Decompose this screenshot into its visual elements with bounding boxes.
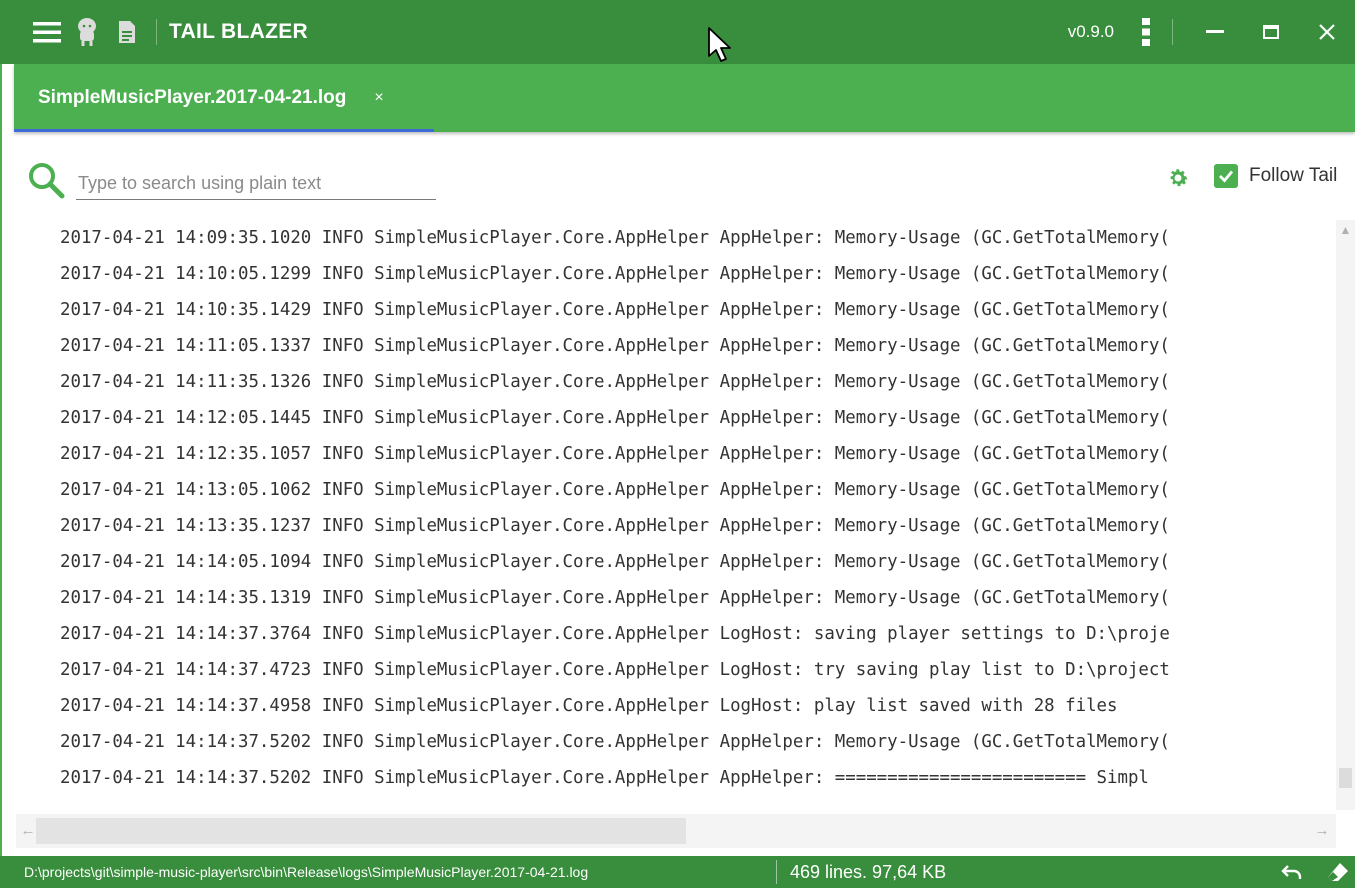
log-line: 2017-04-21 14:14:37.4723 INFO SimpleMusi…	[60, 660, 1170, 680]
maximize-icon	[1263, 25, 1279, 39]
search-input[interactable]	[76, 168, 436, 200]
version-label: v0.9.0	[1067, 22, 1114, 41]
eraser-icon[interactable]	[1326, 860, 1350, 884]
file-path: D:\projects\git\simple-music-player\src\…	[24, 864, 589, 880]
close-icon	[1319, 24, 1335, 40]
search-icon	[29, 163, 65, 199]
log-line: 2017-04-21 14:14:37.5202 INFO SimpleMusi…	[60, 732, 1170, 752]
tab-label: SimpleMusicPlayer.2017-04-21.log	[38, 87, 347, 108]
log-line: 2017-04-21 14:14:05.1094 INFO SimpleMusi…	[60, 552, 1170, 572]
minimize-button[interactable]	[1187, 14, 1243, 50]
log-line: 2017-04-21 14:13:35.1237 INFO SimpleMusi…	[60, 516, 1170, 536]
log-line: 2017-04-21 14:13:05.1062 INFO SimpleMusi…	[60, 480, 1170, 500]
title-bar-left: TAIL BLAZER	[30, 14, 308, 50]
follow-tail-checkbox[interactable]	[1214, 164, 1238, 188]
title-divider	[156, 19, 157, 45]
log-line: 2017-04-21 14:09:35.1020 INFO SimpleMusi…	[60, 228, 1170, 248]
undo-icon[interactable]	[1280, 860, 1304, 884]
scroll-up-icon[interactable]: ▲	[1336, 220, 1355, 240]
gear-icon[interactable]	[1166, 166, 1190, 190]
status-divider	[776, 860, 777, 884]
kebab-menu-icon[interactable]	[1134, 14, 1158, 50]
minimize-icon	[1206, 30, 1224, 33]
checkmark-icon	[1219, 170, 1234, 183]
log-line: 2017-04-21 14:14:37.4958 INFO SimpleMusi…	[60, 696, 1118, 716]
document-icon[interactable]	[110, 15, 144, 49]
horizontal-scroll-thumb[interactable]	[36, 818, 686, 844]
vertical-scroll-thumb[interactable]	[1339, 768, 1352, 788]
menu-icon[interactable]	[30, 15, 64, 49]
log-line: 2017-04-21 14:11:35.1326 INFO SimpleMusi…	[60, 372, 1170, 392]
log-line: 2017-04-21 14:14:37.3764 INFO SimpleMusi…	[60, 624, 1170, 644]
follow-tail-label: Follow Tail	[1249, 165, 1338, 186]
log-line: 2017-04-21 14:10:05.1299 INFO SimpleMusi…	[60, 264, 1170, 284]
title-bar-right: v0.9.0	[1068, 14, 1355, 50]
mouse-cursor-icon	[708, 27, 731, 62]
maximize-button[interactable]	[1243, 14, 1299, 50]
tab-bar: SimpleMusicPlayer.2017-04-21.log ×	[14, 64, 1355, 132]
window-left-border	[0, 64, 14, 857]
app-title: TAIL BLAZER	[169, 20, 309, 43]
log-line: 2017-04-21 14:12:05.1445 INFO SimpleMusi…	[60, 408, 1170, 428]
search-toolbar: Follow Tail	[16, 150, 1355, 210]
github-icon[interactable]	[70, 15, 104, 49]
title-bar: TAIL BLAZER v0.9.0	[0, 0, 1355, 64]
log-line: 2017-04-21 14:14:37.5202 INFO SimpleMusi…	[60, 768, 1149, 788]
log-line: 2017-04-21 14:12:35.1057 INFO SimpleMusi…	[60, 444, 1170, 464]
active-tab-indicator	[14, 129, 434, 132]
scroll-left-icon[interactable]: ←	[18, 818, 38, 844]
scroll-right-icon[interactable]: →	[1312, 818, 1332, 844]
log-line: 2017-04-21 14:10:35.1429 INFO SimpleMusi…	[60, 300, 1170, 320]
file-stats: 469 lines. 97,64 KB	[790, 862, 947, 882]
log-line: 2017-04-21 14:11:05.1337 INFO SimpleMusi…	[60, 336, 1170, 356]
tab-close-icon[interactable]: ×	[374, 89, 383, 107]
close-window-button[interactable]	[1299, 14, 1355, 50]
log-line: 2017-04-21 14:14:35.1319 INFO SimpleMusi…	[60, 588, 1170, 608]
status-bar: D:\projects\git\simple-music-player\src\…	[0, 856, 1355, 888]
log-view[interactable]: 2017-04-21 14:09:35.1020 INFO SimpleMusi…	[16, 220, 1331, 810]
vertical-scrollbar[interactable]: ▲	[1336, 220, 1355, 810]
window-controls-divider	[1172, 19, 1173, 45]
horizontal-scrollbar[interactable]: ← →	[16, 814, 1336, 848]
tab-simplemusicplayer-log[interactable]: SimpleMusicPlayer.2017-04-21.log ×	[14, 64, 434, 132]
